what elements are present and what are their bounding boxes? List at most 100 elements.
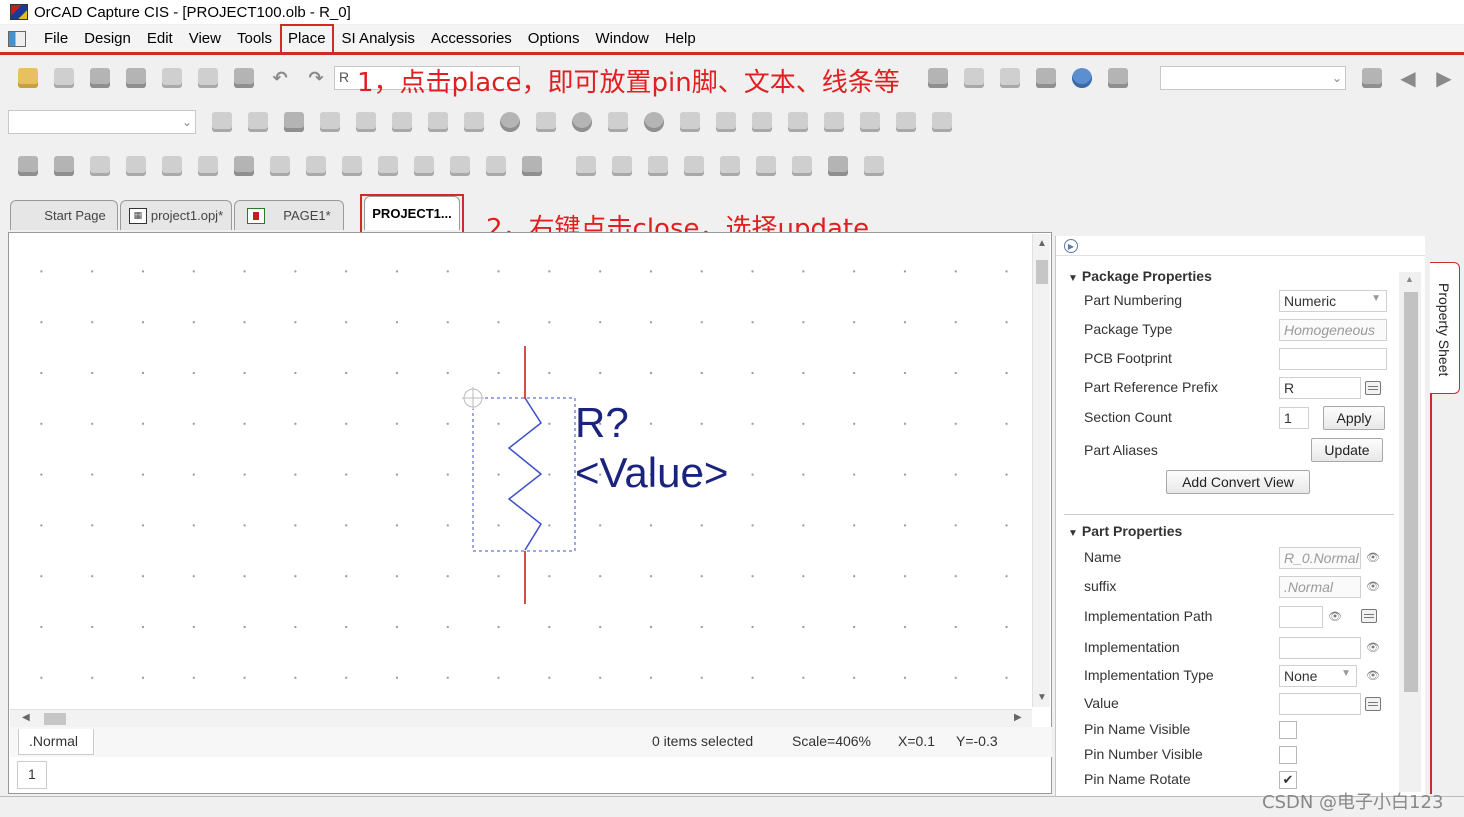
menu-options[interactable]: Options: [520, 24, 588, 54]
scroll-left-icon[interactable]: ◀: [22, 712, 30, 723]
bom-icon[interactable]: [1105, 65, 1131, 91]
package-properties-header[interactable]: ▼ Package Properties: [1068, 268, 1212, 284]
add-convert-view-button[interactable]: Add Convert View: [1166, 470, 1310, 494]
print-icon[interactable]: [123, 65, 149, 91]
bias-current-icon[interactable]: [569, 109, 595, 135]
section-count-field[interactable]: 1: [1279, 407, 1309, 429]
view-sim-results-icon[interactable]: [317, 109, 343, 135]
browse-icon[interactable]: [1361, 609, 1377, 623]
visibility-icon[interactable]: 👁: [1366, 669, 1380, 682]
part-reference-text[interactable]: R?: [575, 402, 629, 444]
forward-icon[interactable]: ▶: [1431, 65, 1457, 91]
property-scroll-thumb[interactable]: [1404, 292, 1418, 692]
align-center-icon[interactable]: [609, 153, 635, 179]
grid-icon[interactable]: [893, 109, 919, 135]
align-left-icon[interactable]: [573, 153, 599, 179]
canvas-horizontal-scrollbar[interactable]: ◀ ▶: [10, 709, 1032, 727]
value-field[interactable]: [1279, 693, 1361, 715]
voltage-marker-icon[interactable]: [353, 109, 379, 135]
pin-name-rotate-checkbox[interactable]: ✔: [1279, 771, 1297, 789]
visibility-icon[interactable]: 👁: [1366, 641, 1380, 654]
resistor-zigzag[interactable]: [507, 397, 543, 551]
view-tab-normal[interactable]: .Normal: [18, 729, 94, 755]
align-bottom-icon[interactable]: [753, 153, 779, 179]
help-icon[interactable]: [1069, 65, 1095, 91]
save-icon[interactable]: [87, 65, 113, 91]
property-sheet-side-tab[interactable]: Property Sheet: [1430, 262, 1460, 394]
align-right-icon[interactable]: [645, 153, 671, 179]
align-icon-2[interactable]: [749, 109, 775, 135]
copy-icon[interactable]: [195, 65, 221, 91]
bias-current-toggle-icon[interactable]: [605, 109, 631, 135]
menu-accessories[interactable]: Accessories: [423, 24, 520, 54]
tool-icon-5[interactable]: [159, 153, 185, 179]
scroll-up-icon[interactable]: ▲: [1037, 238, 1047, 249]
pcb-footprint-field[interactable]: [1279, 348, 1387, 370]
align-top-icon[interactable]: [681, 153, 707, 179]
redo-icon[interactable]: ↷: [303, 65, 329, 91]
prefix-editor-icon[interactable]: [1365, 381, 1381, 395]
part-value-text[interactable]: <Value>: [575, 452, 728, 494]
part-properties-header[interactable]: ▼ Part Properties: [1068, 523, 1182, 539]
menu-edit[interactable]: Edit: [139, 24, 181, 54]
bias-voltage-icon[interactable]: [497, 109, 523, 135]
align-middle-icon[interactable]: [717, 153, 743, 179]
netlist-icon[interactable]: [1033, 65, 1059, 91]
vertical-scroll-thumb[interactable]: [1036, 260, 1048, 284]
voltage-diff-marker-icon[interactable]: [389, 109, 415, 135]
edit-sim-profile-icon[interactable]: [245, 109, 271, 135]
scroll-up-icon[interactable]: ▲: [1405, 274, 1414, 284]
tool-icon-10[interactable]: [339, 153, 365, 179]
menu-tools[interactable]: Tools: [229, 24, 280, 54]
part-numbering-select[interactable]: Numeric ▼: [1279, 290, 1387, 312]
menu-si-analysis[interactable]: SI Analysis: [334, 24, 423, 54]
bias-voltage-toggle-icon[interactable]: [533, 109, 559, 135]
menu-place[interactable]: Place: [280, 23, 334, 54]
align-icon-1[interactable]: [713, 109, 739, 135]
menu-design[interactable]: Design: [76, 24, 139, 54]
tab-project1-opj[interactable]: ▦ project1.opj*: [120, 200, 232, 230]
power-marker-icon[interactable]: [461, 109, 487, 135]
scroll-down-icon[interactable]: ▼: [1037, 692, 1047, 703]
tool-icon-1[interactable]: [15, 153, 41, 179]
scroll-right-icon[interactable]: ▶: [1014, 712, 1022, 723]
tool-icon-4[interactable]: [123, 153, 149, 179]
visibility-icon[interactable]: 👁: [1366, 580, 1380, 593]
run-sim-icon[interactable]: [281, 109, 307, 135]
pin-number-visible-checkbox[interactable]: [1279, 746, 1297, 764]
visibility-icon[interactable]: 👁: [1328, 610, 1342, 623]
bars-icon[interactable]: [857, 109, 883, 135]
update-button[interactable]: Update: [1311, 438, 1383, 462]
canvas-vertical-scrollbar[interactable]: ▲ ▼: [1032, 234, 1050, 707]
chart-icon[interactable]: [821, 109, 847, 135]
value-editor-icon[interactable]: [1365, 697, 1381, 711]
search-icon[interactable]: [1359, 65, 1385, 91]
property-panel-scrollbar[interactable]: ▲: [1399, 272, 1421, 792]
part-reference-prefix-field[interactable]: R: [1279, 377, 1361, 399]
tool-icon-8[interactable]: [267, 153, 293, 179]
tool-icon-3[interactable]: [87, 153, 113, 179]
open-folder-icon[interactable]: [51, 65, 77, 91]
current-marker-icon[interactable]: [425, 109, 451, 135]
document-window-icon[interactable]: [8, 30, 26, 47]
backannotate-icon[interactable]: [961, 65, 987, 91]
tool-icon-7[interactable]: [231, 153, 257, 179]
part-body-outline[interactable]: [472, 397, 576, 552]
lock-icon[interactable]: [861, 153, 887, 179]
horizontal-scroll-thumb[interactable]: [44, 713, 66, 725]
simulation-profile-combo[interactable]: ⌄: [8, 110, 196, 134]
tab-start-page[interactable]: Start Page: [10, 200, 118, 230]
tool-icon-13[interactable]: [447, 153, 473, 179]
tool-icon-12[interactable]: [411, 153, 437, 179]
pin-name-visible-checkbox[interactable]: [1279, 721, 1297, 739]
part-editor-canvas[interactable]: R? <Value>: [10, 234, 1030, 709]
implementation-type-select[interactable]: None ▼: [1279, 665, 1357, 687]
tool-icon-2[interactable]: [51, 153, 77, 179]
cut-icon[interactable]: [159, 65, 185, 91]
tab-project1-olb[interactable]: PROJECT1...: [364, 196, 460, 230]
distribute-horizontal-icon[interactable]: [789, 153, 815, 179]
chart-edit-icon[interactable]: [929, 109, 955, 135]
bias-power-toggle-icon[interactable]: [677, 109, 703, 135]
undo-icon[interactable]: ↶: [267, 65, 293, 91]
pin-panel-icon[interactable]: ▶: [1064, 239, 1078, 253]
